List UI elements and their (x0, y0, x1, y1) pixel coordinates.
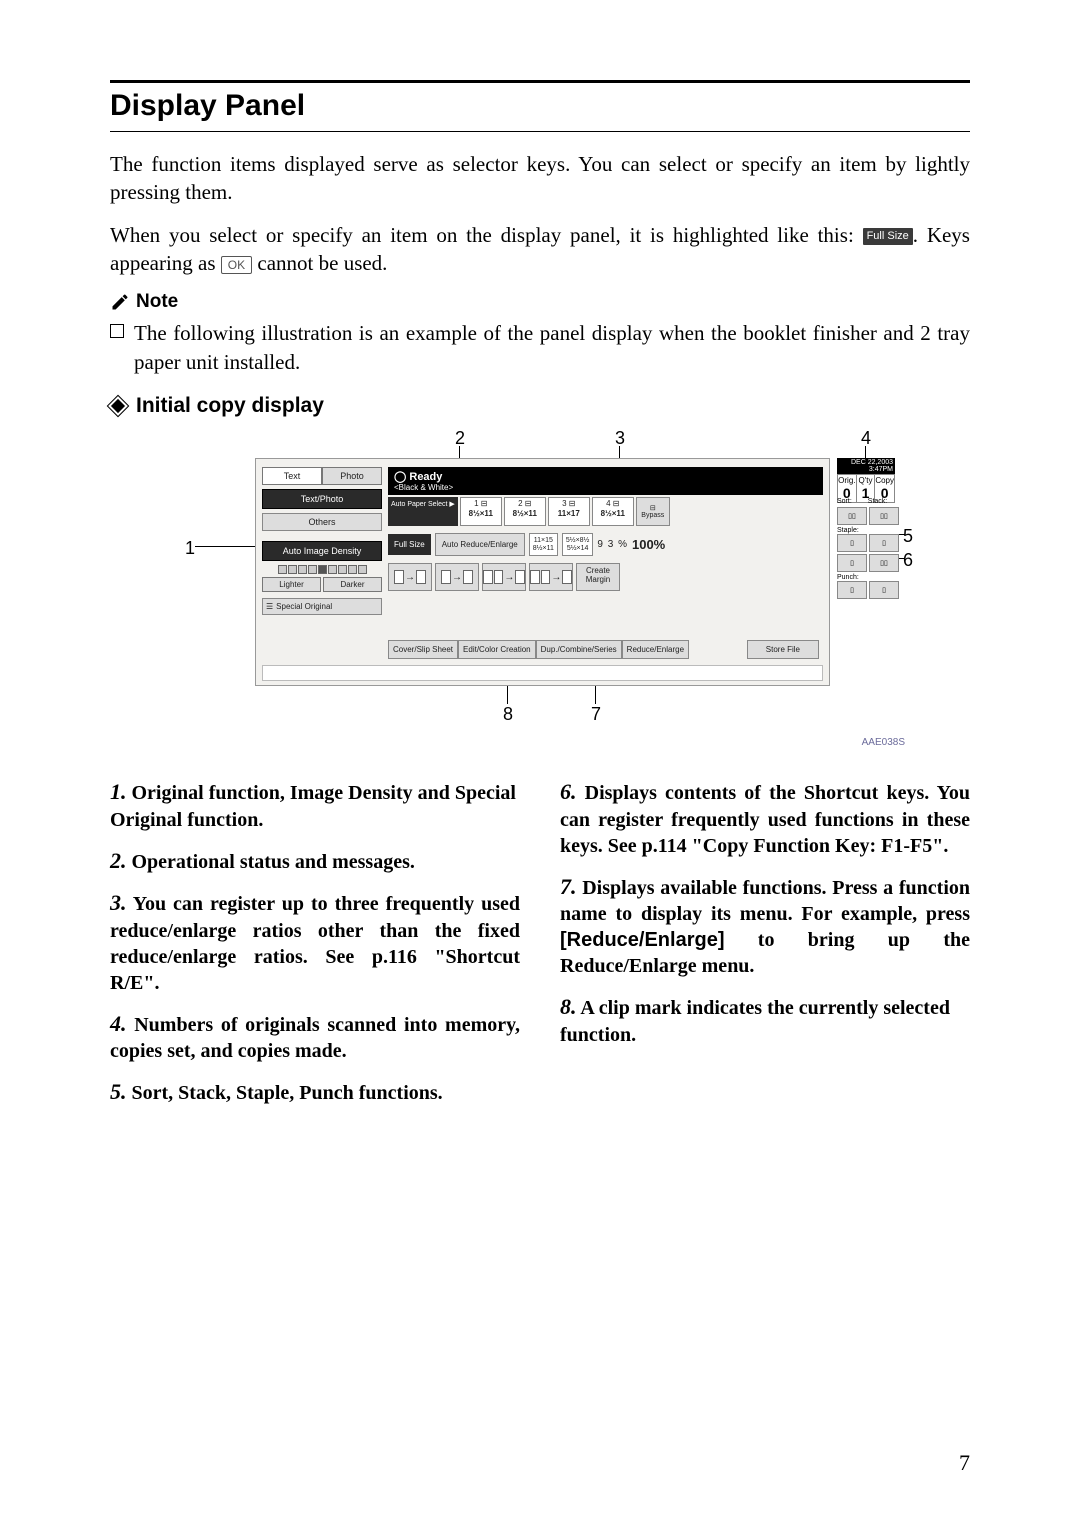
sort-button[interactable]: ▯▯ (837, 507, 867, 525)
staple-button-2[interactable]: ▯ (869, 534, 899, 552)
callout-7: 7 (591, 704, 601, 725)
counter-box: DEC 22,2003 3:47PM Orig.0 Q'ty1 Copy0 (837, 458, 895, 503)
tab-photo[interactable]: Photo (322, 467, 382, 485)
layout-2sided[interactable]: → (435, 563, 479, 591)
callout-2: 2 (455, 428, 465, 449)
leader-line (195, 546, 261, 547)
stack-button[interactable]: ▯▯ (869, 507, 899, 525)
ratio-value: 9 3 % (597, 539, 628, 550)
intro2-part-c: cannot be used. (252, 251, 387, 275)
density-buttons: Lighter Darker (262, 577, 382, 592)
percent-value: 100% (632, 537, 665, 552)
full-size-button[interactable]: Full Size (388, 534, 431, 555)
note-label: Note (136, 291, 178, 313)
page-title: Display Panel (110, 89, 970, 123)
subheading: Initial copy display (110, 394, 970, 418)
paper-select-row: Auto Paper Select ▶ 1 ⊟8½×11 2 ⊟8½×11 3 … (388, 497, 670, 526)
item-2: 2. Operational status and messages. (110, 847, 520, 876)
bullet-icon (110, 324, 124, 338)
tab-cover-slip[interactable]: Cover/Slip Sheet (388, 640, 458, 659)
intro-paragraph-2: When you select or specify an item on th… (110, 221, 970, 278)
note-text: The following illustration is an example… (134, 319, 970, 376)
density-scale (262, 565, 382, 574)
display-panel-figure: 2 3 4 1 5 6 7 8 Text Photo Text/Photo Ot… (175, 428, 905, 748)
finishing-box: Sort:Stack: ▯▯▯▯ Staple: ▯▯ ▯▯▯ Punch: ▯… (837, 498, 899, 601)
item-5: 5. Sort, Stack, Staple, Punch functions. (110, 1078, 520, 1107)
tab-text[interactable]: Text (262, 467, 322, 485)
callout-1: 1 (185, 538, 195, 559)
tray-2[interactable]: 2 ⊟8½×11 (504, 497, 546, 526)
layout-combine-2[interactable]: → (482, 563, 526, 591)
callout-4: 4 (861, 428, 871, 449)
subhead-text: Initial copy display (136, 394, 324, 418)
panel-left-column: Text Photo Text/Photo Others Auto Image … (262, 467, 382, 615)
item-3: 3. You can register up to three frequent… (110, 889, 520, 996)
tab-dup-combine[interactable]: Dup./Combine/Series (536, 640, 622, 659)
rule-bottom (110, 131, 970, 132)
reduce-enlarge-row: Full Size Auto Reduce/Enlarge 11×158½×11… (388, 533, 665, 556)
lighter-button[interactable]: Lighter (262, 577, 321, 592)
auto-reduce-enlarge-button[interactable]: Auto Reduce/Enlarge (435, 533, 525, 556)
intro-paragraph-1: The function items displayed serve as se… (110, 150, 970, 207)
darker-button[interactable]: Darker (323, 577, 382, 592)
left-column: 1. Original function, Image Density and … (110, 778, 520, 1121)
right-column: 6. Displays contents of the Shortcut key… (560, 778, 970, 1121)
highlighted-key-example: Full Size (863, 228, 913, 245)
staple-button-4[interactable]: ▯▯ (869, 554, 899, 572)
message-bar (262, 665, 823, 681)
item-8: 8. A clip mark indicates the currently s… (560, 993, 970, 1048)
list-icon: ☰ (266, 602, 273, 611)
copier-display-panel: Text Photo Text/Photo Others Auto Image … (255, 458, 830, 686)
layout-1sided[interactable]: → (388, 563, 432, 591)
tray-4[interactable]: 4 ⊟8½×11 (592, 497, 634, 526)
layout-row: → → → → Create Margin (388, 563, 823, 591)
pencil-icon (110, 292, 130, 312)
callout-3: 3 (615, 428, 625, 449)
special-original-label: Special Original (276, 602, 332, 611)
page-number: 7 (959, 1450, 970, 1476)
description-columns: 1. Original function, Image Density and … (110, 778, 970, 1121)
color-mode-label: <Black & White> (394, 483, 817, 492)
tray-1[interactable]: 1 ⊟8½×11 (460, 497, 502, 526)
preset-size-2[interactable]: 5½×8½5½×14 (562, 533, 594, 556)
create-margin-button[interactable]: Create Margin (576, 563, 620, 591)
text-photo-button[interactable]: Text/Photo (262, 489, 382, 509)
figure-code: AAE038S (862, 737, 905, 748)
rule-top (110, 80, 970, 83)
tab-edit-color[interactable]: Edit/Color Creation (458, 640, 536, 659)
punch-button-2[interactable]: ▯ (869, 581, 899, 599)
original-type-tabs: Text Photo (262, 467, 382, 485)
ready-label: Ready (409, 471, 442, 483)
special-original-button[interactable]: ☰ Special Original (262, 598, 382, 615)
item-7: 7. Displays available functions. Press a… (560, 873, 970, 980)
diamond-icon (107, 395, 130, 418)
bypass-tray[interactable]: ⊟Bypass (636, 497, 670, 526)
note-heading: Note (110, 291, 970, 313)
tab-reduce-enlarge[interactable]: Reduce/Enlarge (622, 640, 689, 659)
staple-button-3[interactable]: ▯ (837, 554, 867, 572)
others-button[interactable]: Others (262, 513, 382, 531)
punch-button-1[interactable]: ▯ (837, 581, 867, 599)
disabled-key-example: OK (221, 256, 252, 274)
function-tabs: Cover/Slip Sheet Edit/Color Creation Dup… (388, 640, 689, 659)
preset-size-1[interactable]: 11×158½×11 (529, 533, 558, 556)
item-6: 6. Displays contents of the Shortcut key… (560, 778, 970, 859)
tray-3[interactable]: 3 ⊟11×17 (548, 497, 590, 526)
intro2-part-a: When you select or specify an item on th… (110, 223, 863, 247)
callout-8: 8 (503, 704, 513, 725)
item-4: 4. Numbers of originals scanned into mem… (110, 1010, 520, 1065)
date-time: DEC 22,2003 3:47PM (837, 458, 895, 474)
callout-5: 5 (903, 526, 913, 547)
staple-button-1[interactable]: ▯ (837, 534, 867, 552)
note-item: The following illustration is an example… (110, 319, 970, 376)
auto-image-density-button[interactable]: Auto Image Density (262, 541, 382, 561)
callout-6: 6 (903, 550, 913, 571)
store-file-button[interactable]: Store File (747, 640, 819, 659)
layout-combine-4[interactable]: → (529, 563, 573, 591)
status-bar: ◯ Ready <Black & White> (388, 467, 823, 495)
item-1: 1. Original function, Image Density and … (110, 778, 520, 833)
reduce-enlarge-key: [Reduce/Enlarge] (560, 929, 724, 951)
auto-paper-select-button[interactable]: Auto Paper Select ▶ (388, 497, 458, 526)
